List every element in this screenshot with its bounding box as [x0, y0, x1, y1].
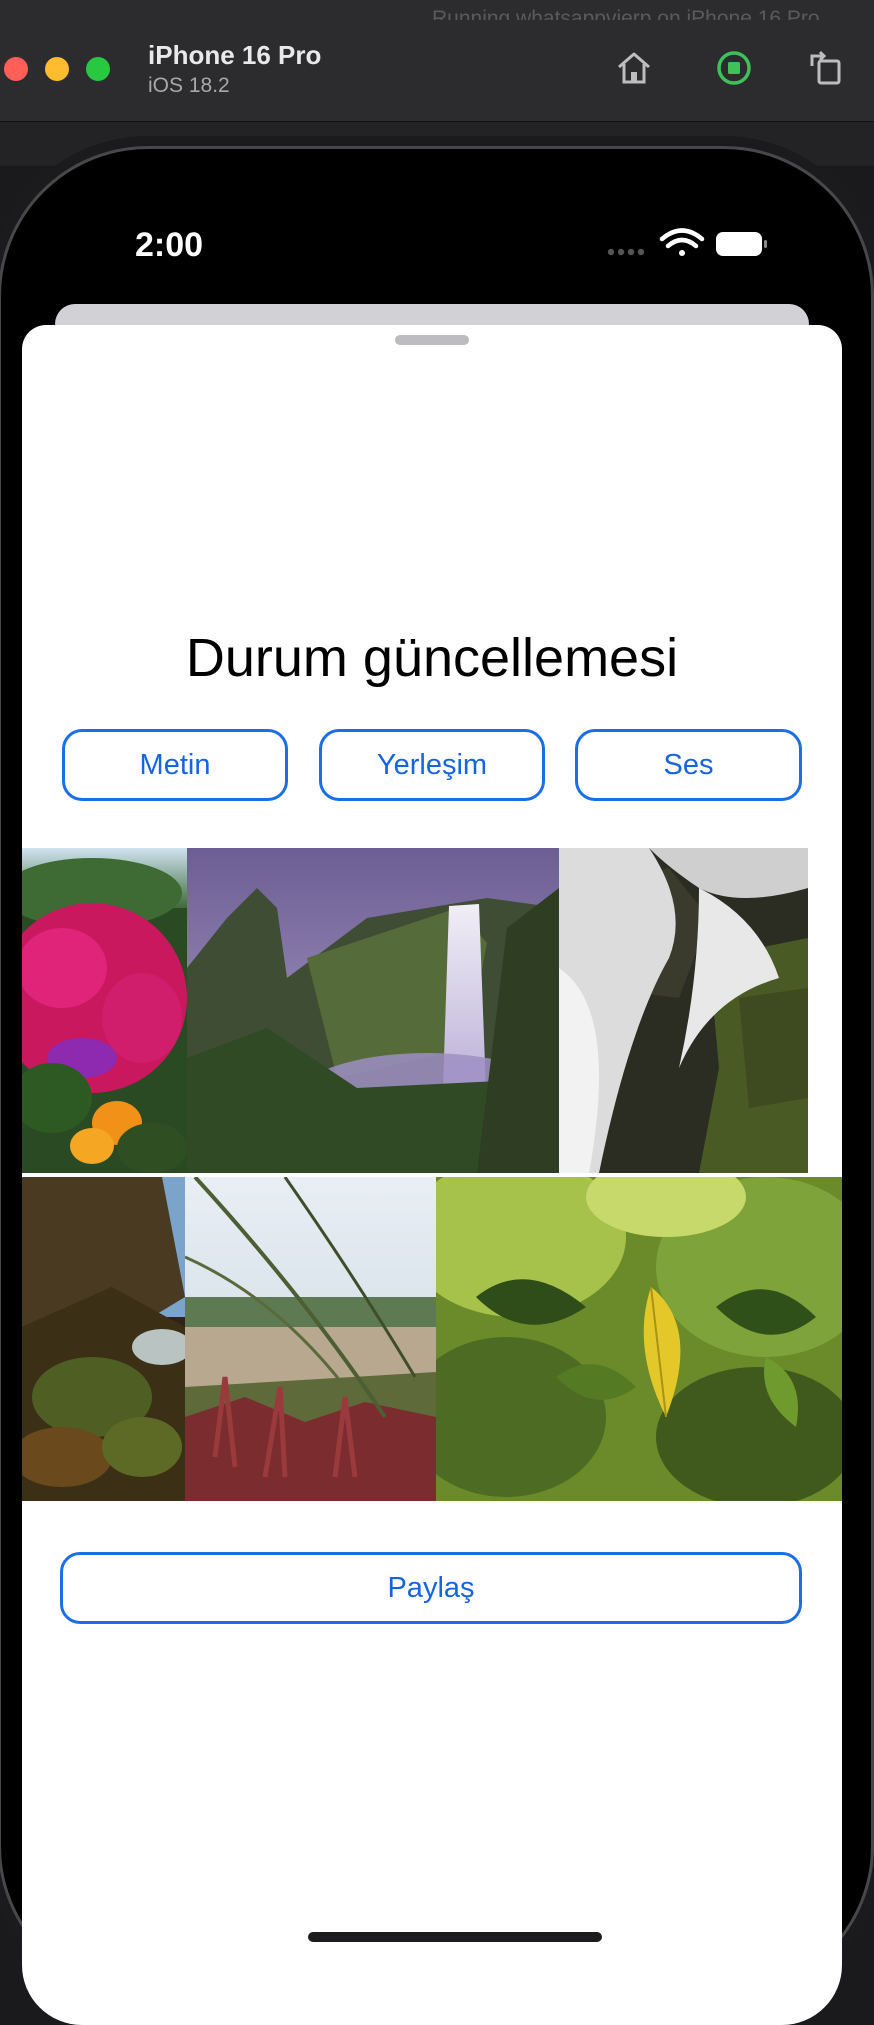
- device-name: iPhone 16 Pro: [148, 40, 322, 70]
- home-indicator[interactable]: [308, 1932, 602, 1942]
- wifi-icon: [659, 228, 705, 256]
- background-window-title: Running whatsappvierp on iPhone 16 Pro: [432, 7, 820, 20]
- flowers-photo[interactable]: [22, 848, 187, 1173]
- cliff-photo[interactable]: [22, 1177, 185, 1501]
- minimize-window-button[interactable]: [45, 57, 69, 81]
- sheet-grabber[interactable]: [395, 335, 469, 345]
- stream-photo[interactable]: [559, 848, 808, 1173]
- share-button[interactable]: Paylaş: [60, 1552, 802, 1624]
- audio-button[interactable]: Ses: [575, 729, 802, 801]
- cellular-dots-icon: [607, 248, 645, 256]
- waterfall-photo[interactable]: [187, 848, 559, 1173]
- simulator-toolbar: Running whatsappvierp on iPhone 16 Pro i…: [0, 0, 874, 122]
- status-icons: [606, 228, 772, 262]
- status-update-sheet: Durum güncellemesi Metin Yerleşim Ses Pa…: [22, 325, 842, 2025]
- layout-button[interactable]: Yerleşim: [319, 729, 545, 801]
- leaves-photo[interactable]: [436, 1177, 842, 1501]
- stop-record-icon[interactable]: [712, 46, 756, 90]
- home-icon[interactable]: [612, 46, 656, 90]
- zoom-window-button[interactable]: [86, 57, 110, 81]
- os-version: iOS 18.2: [148, 74, 230, 97]
- close-window-button[interactable]: [4, 57, 28, 81]
- grass-photo[interactable]: [185, 1177, 436, 1501]
- text-button[interactable]: Metin: [62, 729, 288, 801]
- status-time: 2:00: [135, 226, 204, 264]
- battery-icon: [716, 232, 767, 256]
- page-title: Durum güncellemesi: [185, 628, 679, 688]
- rotate-icon[interactable]: [804, 46, 848, 90]
